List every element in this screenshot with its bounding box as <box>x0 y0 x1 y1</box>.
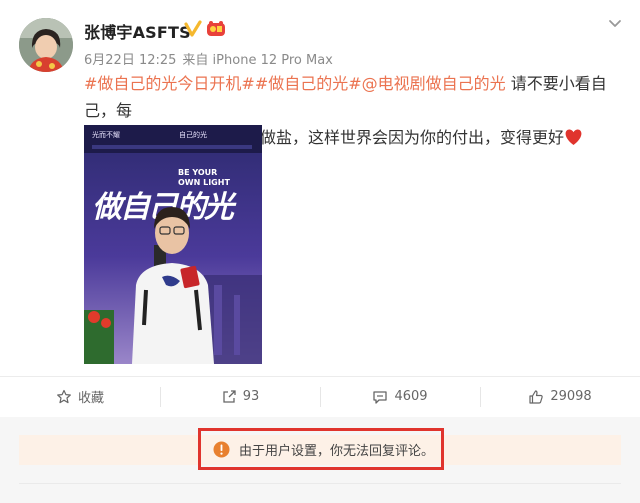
fan-badge-icon[interactable] <box>206 20 226 38</box>
poster-en-line1: BE YOUR <box>178 168 217 177</box>
favorite-label: 收藏 <box>77 391 104 406</box>
poster-slogan-left: 光而不耀 <box>92 130 120 139</box>
comment-icon <box>373 390 388 404</box>
post-meta: 6月22日 12:25 来自 iPhone 12 Pro Max <box>84 49 339 68</box>
star-icon <box>57 389 71 403</box>
post-timestamp[interactable]: 6月22日 12:25 <box>84 53 176 68</box>
poster-image: 光而不耀 自己的光 BE YOUR OWN LIGHT 做自己的光 <box>84 125 262 364</box>
warning-icon <box>213 441 230 457</box>
chevron-down-icon[interactable] <box>606 14 624 32</box>
verified-v-icon <box>184 20 202 37</box>
comment-count: 4609 <box>394 389 428 404</box>
repost-count: 93 <box>242 389 260 404</box>
comment-button[interactable]: 4609 <box>320 376 480 417</box>
avatar-photo <box>19 18 73 72</box>
repost-button[interactable]: 93 <box>160 376 320 417</box>
poster-en-line2: OWN LIGHT <box>178 178 230 187</box>
post-image[interactable]: 光而不耀 自己的光 BE YOUR OWN LIGHT 做自己的光 <box>84 125 262 364</box>
user-badges <box>184 20 226 38</box>
favorite-button[interactable]: 收藏 <box>0 376 160 417</box>
poster-slogan-right: 自己的光 <box>179 130 207 139</box>
heart-emoji-icon <box>565 129 582 146</box>
comment-disabled-notice: 由于用户设置，你无法回复评论。 <box>198 428 444 470</box>
notice-text: 由于用户设置，你无法回复评论。 <box>239 443 435 459</box>
mention-link[interactable]: @电视剧做自己的光 <box>362 74 506 93</box>
comment-divider <box>19 483 621 484</box>
avatar[interactable] <box>19 18 73 72</box>
like-button[interactable]: 29098 <box>480 376 640 417</box>
thumbs-up-icon <box>529 389 544 404</box>
username[interactable]: 张博宇ASFTS <box>84 19 191 43</box>
hashtag-link[interactable]: #做自己的光# <box>255 74 362 93</box>
post-actions-bar: 收藏 93 4609 29098 <box>0 376 640 417</box>
like-count: 29098 <box>550 389 592 404</box>
weibo-post: 张博宇ASFTS 6月22日 12:25 来自 iPhone 12 Pro Max… <box>0 0 640 503</box>
hashtag-link[interactable]: #做自己的光今日开机# <box>84 74 255 93</box>
post-source: 来自 iPhone 12 Pro Max <box>182 53 333 68</box>
share-icon <box>223 389 236 403</box>
